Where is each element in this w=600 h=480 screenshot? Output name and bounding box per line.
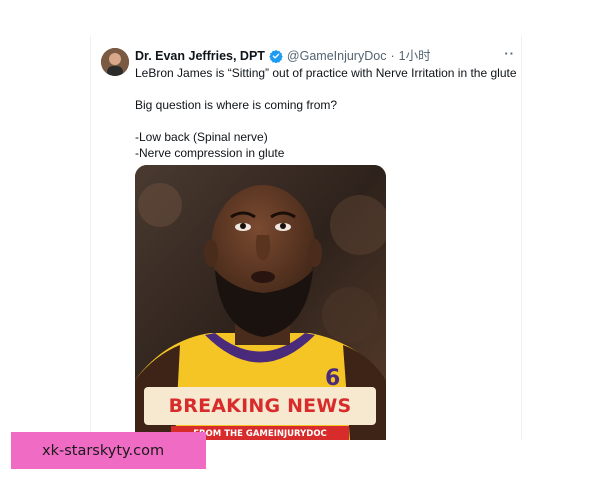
tweet-timestamp[interactable]: 1小时 (399, 48, 431, 64)
tweet-media-image[interactable]: 6 BREAKING NEWS FROM THE GAMEINJURYDOC (135, 165, 386, 440)
more-options-icon[interactable]: ·· (504, 46, 515, 61)
watermark-text: xk-starskyty.com (42, 442, 165, 459)
author-handle[interactable]: @GameInjuryDoc (287, 48, 387, 64)
tweet-text-line: -Low back (Spinal nerve) (135, 130, 268, 144)
tweet-text-line: Big question is where is coming from? (135, 98, 338, 112)
breaking-news-banner: BREAKING NEWS (144, 387, 376, 425)
verified-badge-icon (269, 49, 283, 63)
tweet-text: LeBron James is “Sitting” out of practic… (135, 65, 519, 161)
banner-title: BREAKING NEWS (168, 395, 352, 417)
header-separator: · (390, 49, 395, 63)
tweet-text-line: LeBron James is “Sitting” out of practic… (135, 66, 517, 80)
tweet-text-line: -Nerve compression in glute (135, 146, 285, 160)
author-display-name[interactable]: Dr. Evan Jeffries, DPT (135, 48, 265, 64)
tweet-header: Dr. Evan Jeffries, DPT @GameInjuryDoc · … (135, 48, 431, 64)
author-avatar[interactable] (101, 48, 129, 76)
watermark-overlay: xk-starskyty.com (11, 432, 206, 469)
tweet-card[interactable]: Dr. Evan Jeffries, DPT @GameInjuryDoc · … (90, 36, 522, 440)
